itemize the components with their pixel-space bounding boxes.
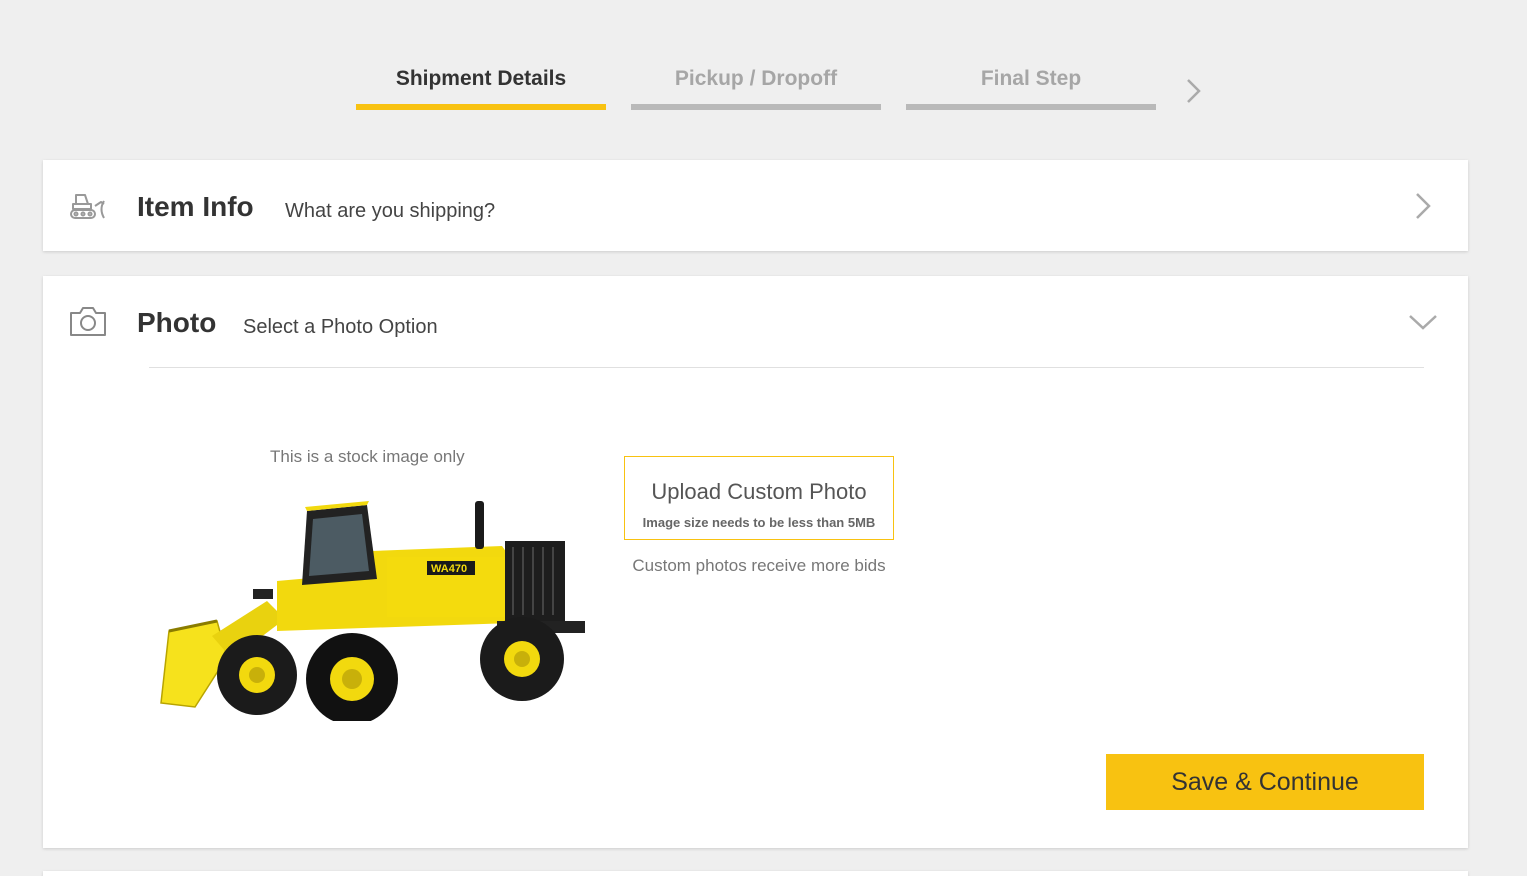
chevron-right-icon[interactable]	[1410, 190, 1436, 222]
chevron-down-icon[interactable]	[1407, 306, 1439, 338]
upload-size-note: Image size needs to be less than 5MB	[642, 514, 876, 530]
photo-title: Photo	[137, 307, 217, 338]
save-continue-button[interactable]: Save & Continue	[1106, 754, 1424, 810]
camera-icon	[70, 307, 106, 336]
step-label: Final Step	[980, 67, 1082, 90]
step-label: Shipment Details	[395, 67, 567, 90]
stock-image-caption: This is a stock image only	[270, 447, 465, 466]
item-info-subtitle: What are you shipping?	[285, 200, 496, 222]
photo-header[interactable]: Photo Select a Photo Option	[43, 276, 1468, 367]
step-progress-bar	[356, 104, 606, 110]
photo-subtitle: Select a Photo Option	[243, 316, 438, 338]
chevron-right-icon[interactable]	[1184, 76, 1204, 106]
step-label: Pickup / Dropoff	[674, 67, 838, 90]
upload-hint: Custom photos receive more bids	[632, 556, 886, 575]
step-progress-bar	[631, 104, 881, 110]
svg-text:WA470: WA470	[431, 563, 467, 575]
item-info-title: Item Info	[137, 191, 254, 222]
photo-card: Photo Select a Photo Option This is a st…	[43, 276, 1468, 848]
item-info-header[interactable]: Item Info What are you shipping?	[43, 160, 1468, 251]
bulldozer-icon	[70, 194, 105, 219]
step-progress-bar	[906, 104, 1156, 110]
next-card	[43, 871, 1468, 876]
step-final-step[interactable]: Final Step	[906, 62, 1156, 110]
divider	[149, 367, 1424, 368]
upload-button-label: Upload Custom Photo	[651, 478, 867, 504]
item-info-card[interactable]: Item Info What are you shipping?	[43, 160, 1468, 251]
step-shipment-details[interactable]: Shipment Details	[356, 62, 606, 110]
progress-stepper: Shipment Details Pickup / Dropoff Final …	[356, 62, 1216, 112]
wheel-loader-image: WA470	[160, 501, 585, 721]
upload-custom-photo-button[interactable]: Upload Custom Photo Image size needs to …	[624, 456, 894, 540]
step-pickup-dropoff[interactable]: Pickup / Dropoff	[631, 62, 881, 110]
